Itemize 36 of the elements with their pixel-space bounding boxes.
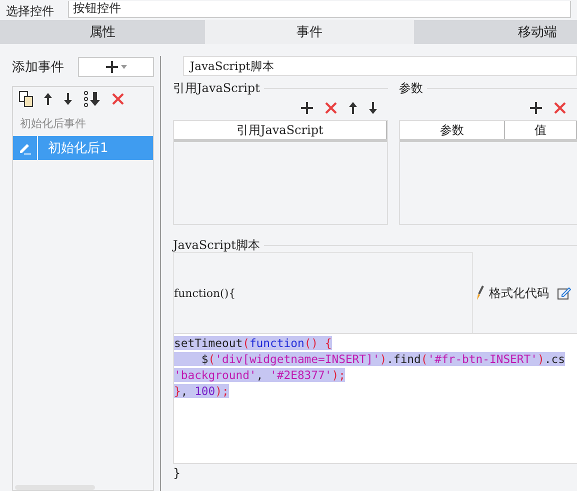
copy-button[interactable] xyxy=(19,91,33,107)
add-dropdown-button[interactable] xyxy=(78,57,154,77)
edit-button[interactable] xyxy=(557,286,571,300)
move-to-bottom-button[interactable] xyxy=(83,91,101,107)
add-button[interactable] xyxy=(300,101,314,115)
plus-icon xyxy=(105,60,119,74)
copy-icon xyxy=(19,91,33,107)
function-header: function(){ xyxy=(174,286,236,300)
tab[interactable]: 事件 xyxy=(204,20,414,44)
tab[interactable]: 移动端 xyxy=(414,20,577,44)
format-code-button[interactable]: 格式化代码 xyxy=(473,284,549,302)
add-event-label: 添加事件 xyxy=(12,59,64,76)
move-up-button[interactable] xyxy=(348,101,358,115)
column-header: 参数 xyxy=(400,121,505,139)
pencil-icon xyxy=(18,141,32,155)
delete-button[interactable] xyxy=(553,101,567,115)
widget-field[interactable]: 按钮控件 xyxy=(68,1,571,18)
delete-button[interactable] xyxy=(111,92,125,106)
tab[interactable]: 属性 xyxy=(0,20,205,44)
column-header: 引用JavaScript xyxy=(174,121,387,139)
caret-icon xyxy=(121,65,127,69)
section-title: 参数 xyxy=(398,80,423,96)
field-label: 选择控件 xyxy=(6,4,54,18)
delete-button[interactable] xyxy=(324,101,338,115)
move-down-button[interactable] xyxy=(368,101,378,115)
script-type-select[interactable]: JavaScript脚本 xyxy=(183,56,577,76)
add-button[interactable] xyxy=(529,101,543,115)
section-title: JavaScript脚本 xyxy=(173,236,260,254)
function-footer: } xyxy=(173,466,181,480)
move-down-button[interactable] xyxy=(63,92,73,106)
code-editor[interactable]: setTimeout(function() { $('div[widgetname=INSERT]').find('#fr-btn-INSERT').cs 'background', '#2E8377'); }, 100); xyxy=(173,333,577,464)
column-header: 值 xyxy=(504,121,577,139)
section-title: 引用JavaScript xyxy=(173,80,260,96)
group-title: 初始化后事件 xyxy=(19,116,87,132)
brush-icon xyxy=(475,285,485,301)
move-up-button[interactable] xyxy=(43,92,53,106)
